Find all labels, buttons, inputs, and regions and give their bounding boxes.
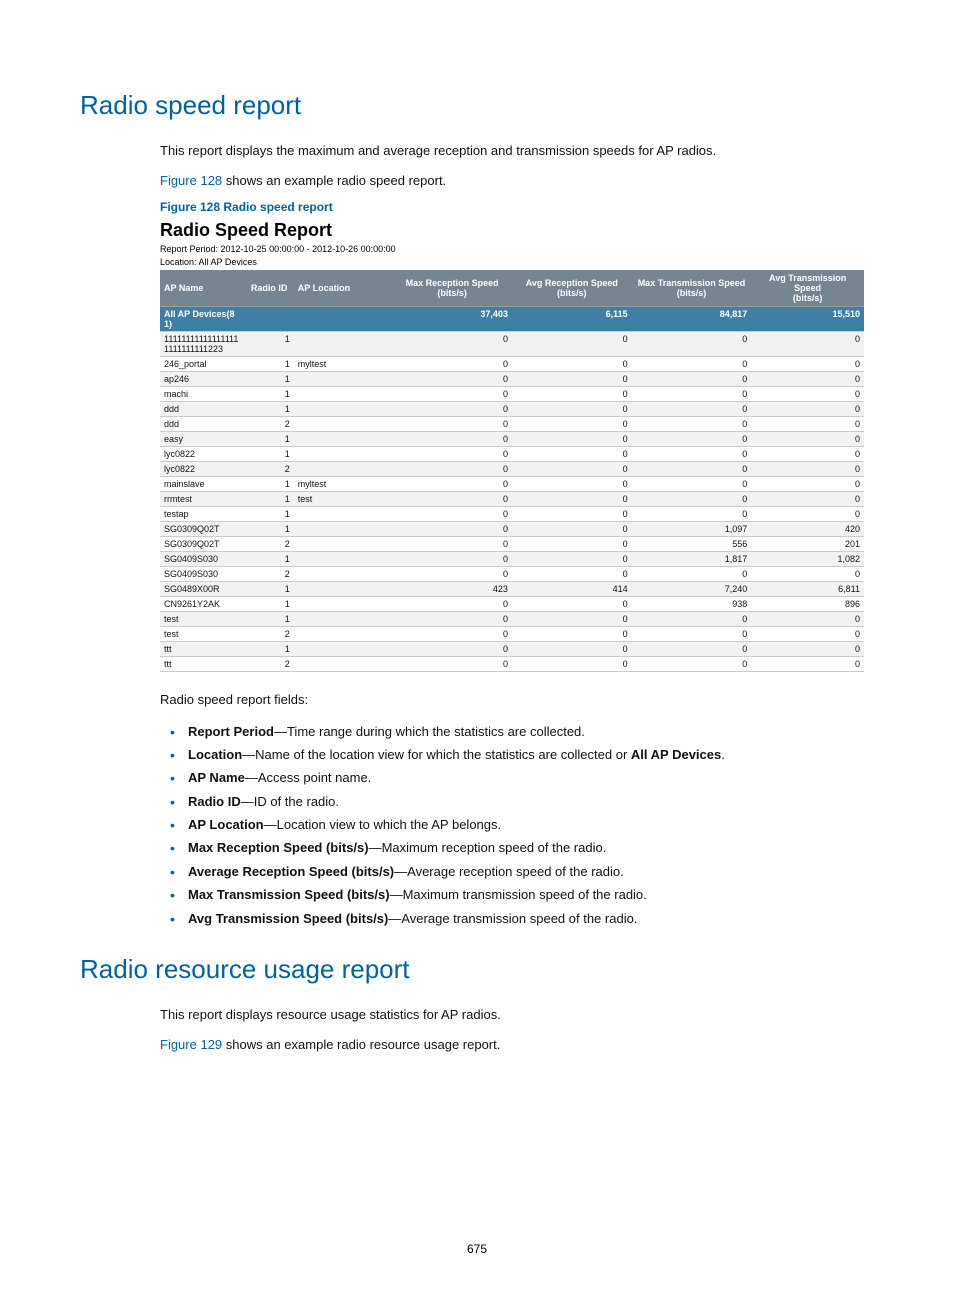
figure-reference-rest: shows an example radio speed report.: [222, 173, 446, 188]
page-number: 675: [0, 1242, 954, 1256]
table-row: ttt10000: [160, 642, 864, 657]
section-heading-resource-usage: Radio resource usage report: [80, 954, 874, 985]
report-location: Location: All AP Devices: [160, 257, 864, 267]
column-header: Radio ID: [244, 270, 293, 307]
figure-128-caption: Figure 128 Radio speed report: [160, 200, 864, 214]
table-summary-row: All AP Devices(81)37,4036,11584,81715,51…: [160, 307, 864, 332]
table-row: ttt20000: [160, 657, 864, 672]
field-item: Location—Name of the location view for w…: [160, 743, 864, 766]
report-period: Report Period: 2012-10-25 00:00:00 - 201…: [160, 244, 864, 254]
figure-reference-line: Figure 128 shows an example radio speed …: [160, 171, 864, 191]
column-header: Avg Reception Speed(bits/s): [512, 270, 632, 307]
table-row: lyc082220000: [160, 462, 864, 477]
fields-intro: Radio speed report fields:: [160, 690, 864, 710]
field-item: AP Name—Access point name.: [160, 766, 864, 789]
table-row: testap10000: [160, 507, 864, 522]
figure-reference-line-2: Figure 129 shows an example radio resour…: [160, 1035, 864, 1055]
figure-128-link[interactable]: Figure 128: [160, 173, 222, 188]
table-row: SG0309Q02T1001,097420: [160, 522, 864, 537]
table-row: CN9261Y2AK100938896: [160, 597, 864, 612]
column-header: Avg Transmission Speed(bits/s): [751, 270, 864, 307]
table-row: machi10000: [160, 387, 864, 402]
intro-paragraph: This report displays the maximum and ave…: [160, 141, 864, 161]
field-item: Avg Transmission Speed (bits/s)—Average …: [160, 907, 864, 930]
field-item: Report Period—Time range during which th…: [160, 720, 864, 743]
table-header-row: AP NameRadio IDAP LocationMax Reception …: [160, 270, 864, 307]
table-row: 246_portal1myltest0000: [160, 357, 864, 372]
section-heading-radio-speed: Radio speed report: [80, 90, 874, 121]
figure-reference-rest-2: shows an example radio resource usage re…: [222, 1037, 500, 1052]
table-row: easy10000: [160, 432, 864, 447]
column-header: Max Transmission Speed(bits/s): [632, 270, 752, 307]
table-row: SG0489X00R14234147,2406,811: [160, 582, 864, 597]
table-row: test10000: [160, 612, 864, 627]
table-row: ap24610000: [160, 372, 864, 387]
column-header: AP Name: [160, 270, 244, 307]
table-row: ddd10000: [160, 402, 864, 417]
table-row: ddd20000: [160, 417, 864, 432]
table-row: lyc082210000: [160, 447, 864, 462]
table-row: SG0409S0301001,8171,082: [160, 552, 864, 567]
table-row: 11111111111111111111111111122310000: [160, 332, 864, 357]
field-item: Max Reception Speed (bits/s)—Maximum rec…: [160, 836, 864, 859]
intro-paragraph-2: This report displays resource usage stat…: [160, 1005, 864, 1025]
table-row: test20000: [160, 627, 864, 642]
report-screenshot: Radio Speed Report Report Period: 2012-1…: [160, 220, 864, 672]
field-item: Radio ID—ID of the radio.: [160, 790, 864, 813]
field-item: AP Location—Location view to which the A…: [160, 813, 864, 836]
field-item: Max Transmission Speed (bits/s)—Maximum …: [160, 883, 864, 906]
report-title: Radio Speed Report: [160, 220, 864, 241]
table-row: mainslave1myltest0000: [160, 477, 864, 492]
table-row: SG0409S03020000: [160, 567, 864, 582]
figure-129-link[interactable]: Figure 129: [160, 1037, 222, 1052]
column-header: AP Location: [294, 270, 393, 307]
fields-list: Report Period—Time range during which th…: [160, 720, 864, 931]
table-row: rrmtest1test0000: [160, 492, 864, 507]
column-header: Max Reception Speed(bits/s): [392, 270, 512, 307]
radio-speed-table: AP NameRadio IDAP LocationMax Reception …: [160, 270, 864, 672]
table-row: SG0309Q02T200556201: [160, 537, 864, 552]
field-item: Average Reception Speed (bits/s)—Average…: [160, 860, 864, 883]
